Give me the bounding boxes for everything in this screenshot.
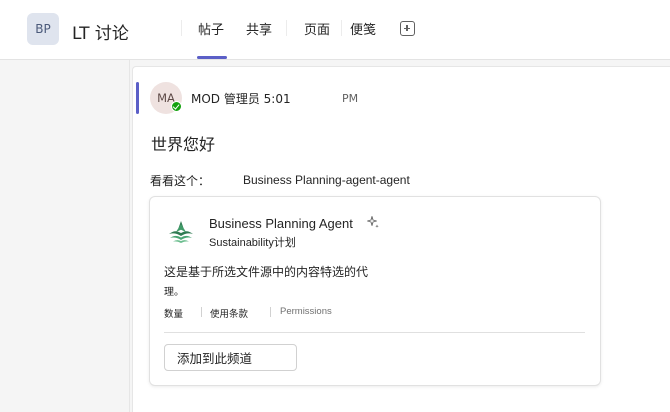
agent-subtitle: Sustainability计划 (209, 237, 296, 249)
team-avatar[interactable]: BP (27, 13, 59, 45)
agent-description: 这是基于所选文件源中的内容特选的代 (164, 265, 369, 279)
tab-notes[interactable]: 便笺 (350, 19, 376, 38)
agent-name: Business Planning Agent (209, 216, 353, 231)
tab-posts[interactable]: 帖子 (196, 19, 228, 59)
meta-separator (201, 307, 202, 317)
channel-name[interactable]: LT 讨论 (72, 19, 129, 44)
message-text-prefix: 看看这个： (150, 174, 211, 188)
sparkle-icon (367, 216, 379, 228)
agent-logo-icon (165, 215, 197, 247)
presence-available-icon (171, 101, 182, 112)
tab-shared[interactable]: 共享 (246, 19, 272, 38)
channel-header: BP LT 讨论 帖子 共享 页面 便笺 (0, 0, 670, 60)
tab-pages[interactable]: 页面 (304, 19, 330, 38)
meta-terms-link[interactable]: 使用条款 (210, 306, 248, 320)
agent-description-continued: 理。 (164, 287, 184, 298)
tab-separator (286, 20, 287, 36)
card-divider (164, 332, 585, 333)
message-author-time: MOD 管理员 5:01 (191, 92, 291, 106)
tab-separator (181, 20, 182, 36)
left-gutter (8, 60, 130, 412)
message-time-ampm: PM (342, 92, 359, 105)
message-accent-bar (136, 82, 139, 114)
meta-separator (270, 307, 271, 317)
plus-square-icon[interactable] (400, 21, 415, 36)
meta-count: 数量 (164, 309, 184, 320)
meta-permissions-link[interactable]: Permissions (280, 306, 332, 317)
add-to-channel-button[interactable]: 添加到此频道 (164, 344, 297, 371)
agent-mention-link[interactable]: Business Planning-agent-agent (243, 173, 410, 187)
tab-separator (341, 20, 342, 36)
message-title: 世界您好 (151, 135, 216, 154)
